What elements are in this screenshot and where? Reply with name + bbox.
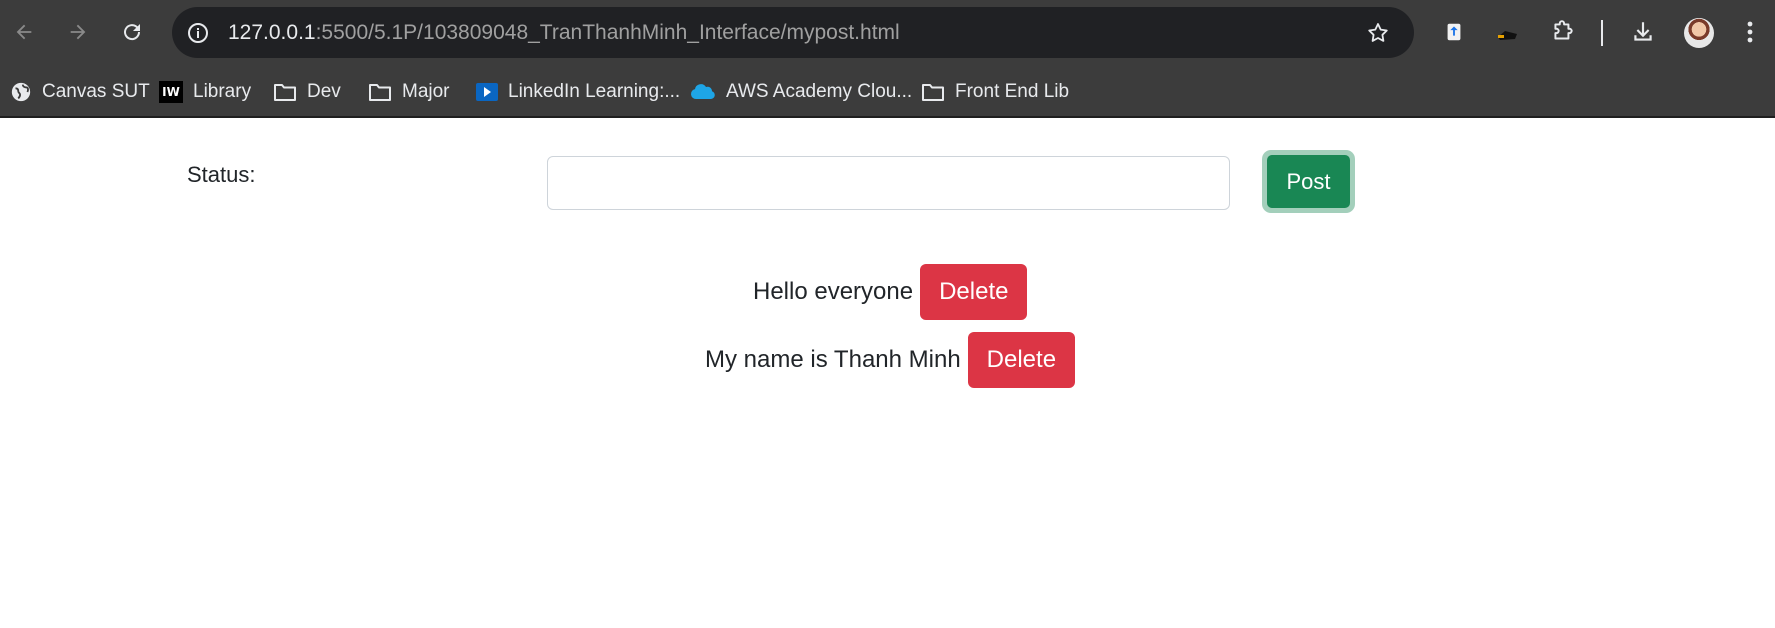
iw-logo-icon: IW (159, 81, 183, 103)
share-extension-icon (1447, 23, 1461, 41)
chrome-menu-button[interactable] (1730, 12, 1770, 52)
bookmark-star-button[interactable] (1362, 17, 1394, 49)
bookmark-canvas-sut[interactable]: Canvas SUT (10, 66, 150, 118)
forward-button[interactable] (58, 12, 98, 52)
post-item: Hello everyone Delete (753, 264, 1028, 320)
extension-icon (1554, 20, 1573, 40)
post-text: Hello everyone (753, 278, 914, 305)
folder-icon (368, 82, 392, 102)
page-content: Status: Post Hello everyone Delete My na… (0, 118, 1775, 628)
back-arrow-icon (16, 24, 32, 40)
url-text[interactable]: 127.0.0.1:5500/5.1P/103809048_TranThanhM… (228, 7, 900, 58)
folder-icon (273, 82, 297, 102)
downloads-button[interactable] (1623, 12, 1663, 52)
post-button[interactable]: Post (1262, 150, 1355, 213)
bookmark-label: Dev (307, 81, 341, 102)
extension-dark-button[interactable] (1488, 12, 1528, 52)
bookmark-label: Library (193, 81, 252, 102)
bookmark-star-icon (1368, 23, 1388, 42)
salesforce-cloud-icon (690, 83, 716, 101)
download-icon (1634, 22, 1652, 41)
bookmark-label: AWS Academy Clou... (726, 81, 913, 102)
folder-icon (921, 82, 945, 102)
bookmark-library[interactable]: IW Library (159, 66, 251, 118)
bookmark-label: Canvas SUT (42, 81, 150, 102)
bookmark-label: LinkedIn Learning:... (508, 81, 681, 102)
url-path: :5500/5.1P/103809048_TranThanhMinh_Inter… (315, 21, 900, 44)
delete-button[interactable]: Delete (967, 332, 1076, 388)
bookmark-label: Major (402, 81, 450, 102)
extension-share-button[interactable] (1434, 12, 1474, 52)
post-item: My name is Thanh Minh Delete (705, 332, 1076, 388)
status-input[interactable] (547, 156, 1230, 210)
forward-arrow-icon (70, 24, 86, 40)
bookmark-aws-academy[interactable]: AWS Academy Clou... (690, 66, 912, 118)
url-host: 127.0.0.1 (228, 21, 316, 44)
dark-mode-extension-icon (1498, 31, 1517, 40)
address-bar[interactable]: 127.0.0.1:5500/5.1P/103809048_TranThanhM… (172, 7, 1414, 58)
bookmark-folder-major[interactable]: Major (368, 66, 450, 118)
bookmark-linkedin-learning[interactable]: LinkedIn Learning:... (476, 66, 680, 118)
toolbar-divider (1601, 20, 1603, 46)
reload-button[interactable] (112, 12, 152, 52)
globe-icon (10, 81, 32, 103)
post-text: My name is Thanh Minh (705, 346, 961, 373)
extensions-button[interactable] (1543, 12, 1583, 52)
site-info-button[interactable] (182, 17, 214, 49)
bookmarks-bar: Canvas SUT IW Library Dev Major LinkedIn… (0, 66, 1775, 118)
bookmark-folder-dev[interactable]: Dev (273, 66, 341, 118)
post-button-label: Post (1267, 155, 1350, 208)
linkedin-learning-icon (476, 83, 498, 101)
profile-avatar[interactable] (1684, 18, 1714, 48)
back-button[interactable] (4, 12, 44, 52)
status-label: Status: (187, 162, 256, 187)
site-info-icon (188, 23, 208, 43)
reload-icon (124, 24, 141, 41)
delete-button[interactable]: Delete (920, 264, 1028, 320)
browser-toolbar: 127.0.0.1:5500/5.1P/103809048_TranThanhM… (0, 0, 1775, 66)
kebab-menu-icon (1747, 21, 1753, 43)
bookmark-label: Front End Lib (955, 81, 1070, 102)
bookmark-folder-front-end-lib[interactable]: Front End Lib (921, 66, 1069, 118)
